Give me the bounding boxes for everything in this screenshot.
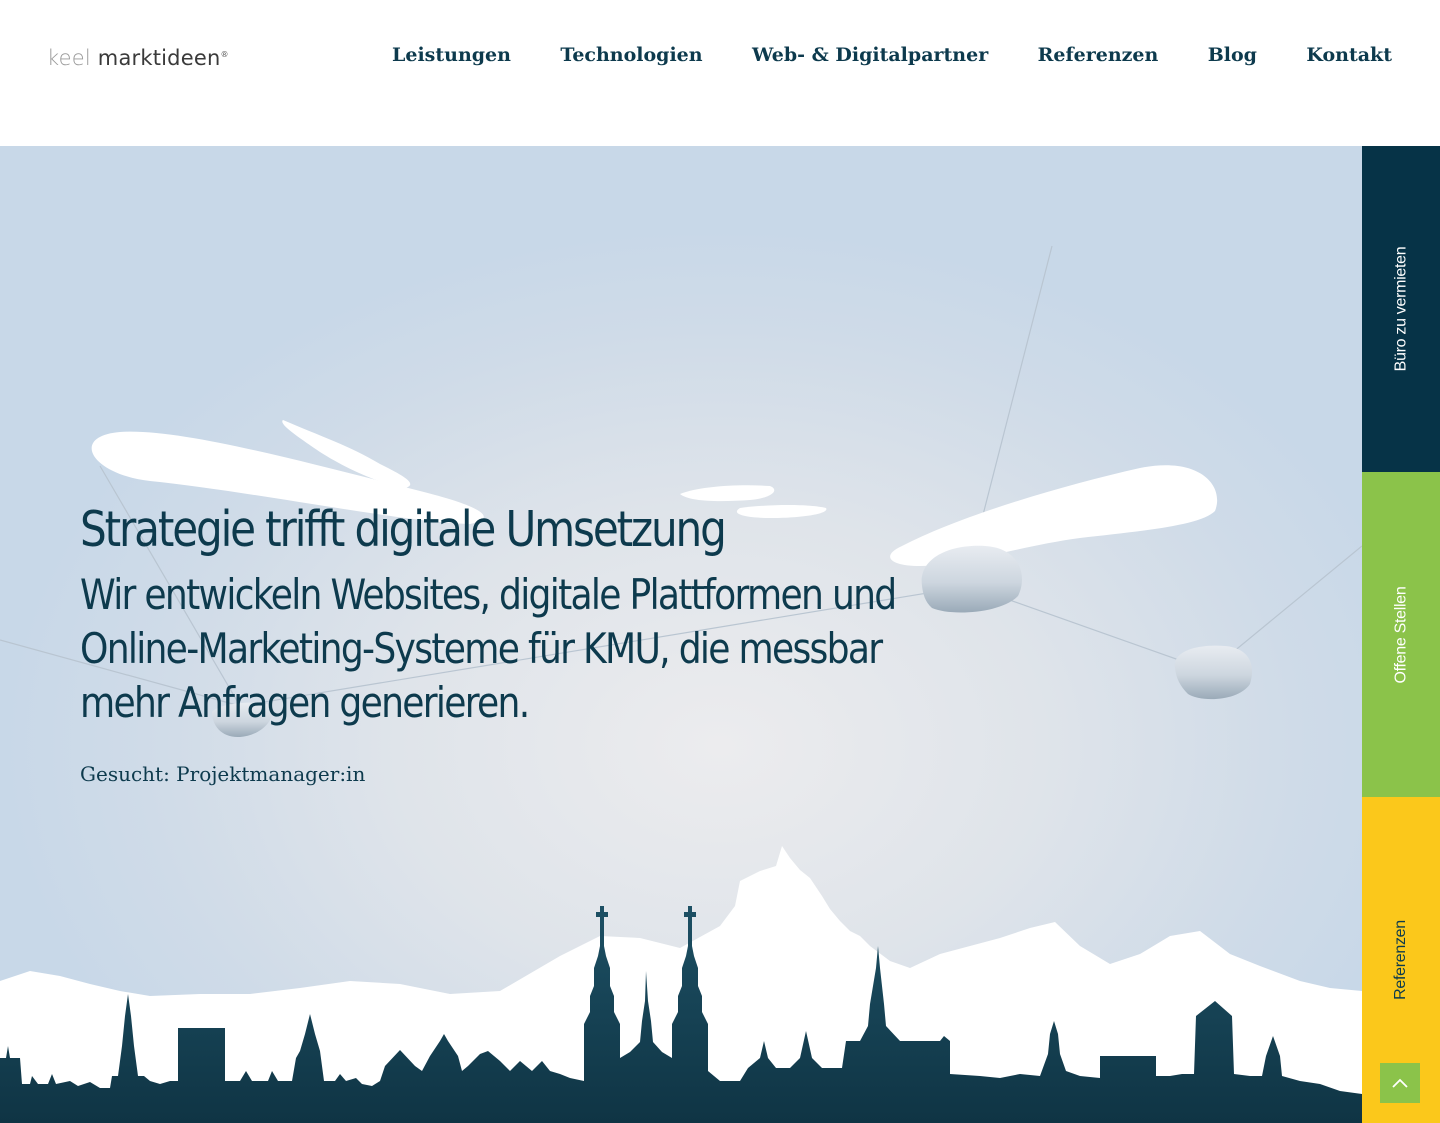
logo-text-keel: keel	[47, 46, 91, 70]
nav-item-referenzen[interactable]: Referenzen	[1038, 44, 1159, 66]
job-posting-link[interactable]: Gesucht: Projektmanager:in	[80, 762, 365, 786]
scroll-to-top-button[interactable]	[1380, 1063, 1420, 1103]
side-tab-label: Offene Stellen	[1392, 586, 1410, 683]
nav-item-kontakt[interactable]: Kontakt	[1306, 44, 1392, 66]
site-header: keel marktideen® Leistungen Technologien…	[0, 0, 1440, 146]
main-nav: Leistungen Technologien Web- & Digitalpa…	[392, 44, 1392, 66]
hero-section: Strategie trifft digitale Umsetzung Wir …	[0, 146, 1362, 1123]
side-tab-offene-stellen[interactable]: Offene Stellen	[1362, 472, 1440, 797]
nav-item-blog[interactable]: Blog	[1208, 44, 1257, 66]
side-tab-buero-zu-vermieten[interactable]: Büro zu vermieten	[1362, 146, 1440, 472]
side-tab-label: Büro zu vermieten	[1392, 246, 1409, 372]
logo[interactable]: keel marktideen®	[47, 46, 229, 70]
nav-item-leistungen[interactable]: Leistungen	[392, 44, 511, 66]
side-tab-label: Referenzen	[1392, 920, 1410, 1000]
nav-item-web-digitalpartner[interactable]: Web- & Digitalpartner	[752, 44, 988, 66]
hero-title: Strategie trifft digitale Umsetzung	[80, 501, 727, 558]
chevron-up-icon	[1392, 1078, 1408, 1088]
hero-text: Strategie trifft digitale Umsetzung Wir …	[80, 498, 900, 730]
logo-registered-mark: ®	[220, 50, 229, 59]
logo-text-marktideen: marktideen	[97, 46, 221, 70]
nav-item-technologien[interactable]: Technologien	[560, 44, 702, 66]
hero-subtitle: Wir entwickeln Websites, digitale Plattf…	[80, 570, 897, 727]
